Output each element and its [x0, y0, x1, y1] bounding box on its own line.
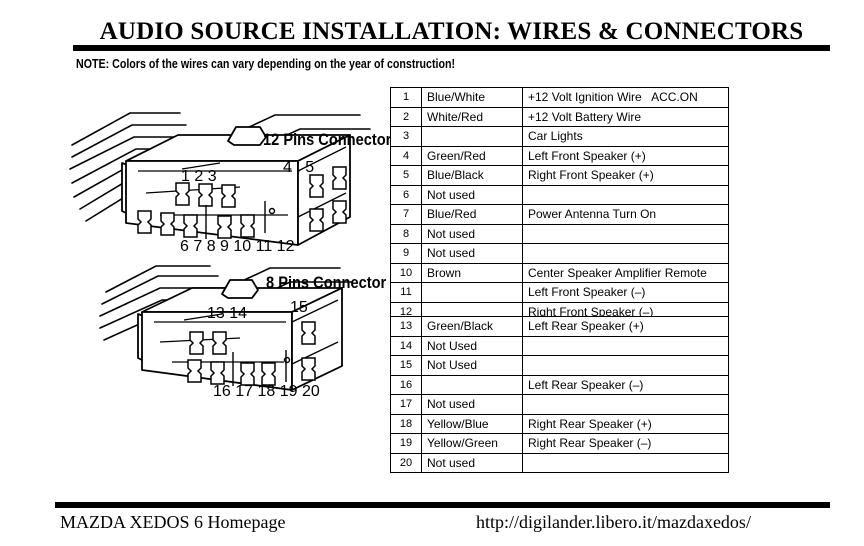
table-row: 3 Car Lights	[390, 126, 729, 147]
wire-function-cell: Power Antenna Turn On	[522, 204, 729, 225]
wire-color-cell: Not used	[421, 184, 523, 205]
pinout-table-8pin-body: 13 Green/Black Left Rear Speaker (+) 14 Not …	[390, 316, 729, 473]
connector-12pin-bottom-pin-numbers: 6 7 8 9 10 11 12	[180, 238, 295, 255]
wire-function-cell: Car Lights	[522, 126, 729, 147]
footer-divider	[55, 502, 830, 508]
wire-function-cell: Left Rear Speaker (–)	[522, 374, 729, 395]
pinout-table-12pin: 1 Blue/White +12 Volt Ignition Wire ACC.ON…	[390, 87, 729, 322]
connector-8pin-top-pin-numbers: 13 14	[207, 305, 248, 322]
table-row: 1 Blue/White +12 Volt Ignition Wire ACC.ON	[390, 87, 729, 108]
wire-color-cell: Blue/White	[421, 87, 523, 108]
pin-number-cell: 1	[390, 87, 422, 108]
table-row: 15 Not Used	[390, 355, 729, 376]
pin-number-cell: 13	[390, 316, 422, 337]
pin-number-cell: 16	[390, 374, 422, 395]
wire-function-cell	[522, 223, 729, 244]
note-text: NOTE: Colors of the wires can vary depen…	[76, 56, 456, 71]
wire-function-cell: +12 Volt Battery Wire	[522, 106, 729, 127]
connector-8pin-label: 8 Pins Connector	[266, 273, 387, 292]
wire-color-cell: Not Used	[421, 355, 523, 376]
pin-number-cell: 5	[390, 165, 422, 186]
wire-function-cell	[522, 335, 729, 356]
connector-12pin-top-pin-numbers: 1 2 3	[181, 168, 217, 185]
table-row: 4 Green/Red Left Front Speaker (+)	[390, 145, 729, 166]
pin-number-cell: 17	[390, 394, 422, 415]
pin-number-cell: 14	[390, 335, 422, 356]
table-row: 13 Green/Black Left Rear Speaker (+)	[390, 316, 729, 337]
pin-number-cell: 10	[390, 262, 422, 283]
table-row: 20 Not used	[390, 452, 729, 473]
pin-number-cell: 18	[390, 413, 422, 434]
wire-color-cell: Blue/Black	[421, 165, 523, 186]
wire-color-cell: Green/Red	[421, 145, 523, 166]
title-divider	[73, 45, 830, 51]
wire-color-cell: Yellow/Blue	[421, 413, 523, 434]
wire-function-cell: Left Front Speaker (–)	[522, 282, 729, 303]
wire-function-cell	[522, 355, 729, 376]
wire-color-cell: Green/Black	[421, 316, 523, 337]
pin-number-cell: 3	[390, 126, 422, 147]
table-row: 10 Brown Center Speaker Amplifier Remote	[390, 262, 729, 283]
table-row: 8 Not used	[390, 223, 729, 244]
pin-number-cell: 4	[390, 145, 422, 166]
connector-8pin-bottom-pin-numbers: 16 17 18 19 20	[213, 383, 320, 400]
table-row: 16 Left Rear Speaker (–)	[390, 374, 729, 395]
pin-number-cell: 11	[390, 282, 422, 303]
wire-color-cell	[421, 282, 523, 303]
pinout-table-12pin-body: 1 Blue/White +12 Volt Ignition Wire ACC.ON…	[390, 87, 729, 322]
wire-color-cell: Blue/Red	[421, 204, 523, 225]
wire-color-cell: Not used	[421, 223, 523, 244]
table-row: 6 Not used	[390, 184, 729, 205]
wire-color-cell: Not Used	[421, 335, 523, 356]
wire-function-cell: Right Rear Speaker (+)	[522, 413, 729, 434]
wire-function-cell: Right Front Speaker (+)	[522, 165, 729, 186]
pin-number-cell: 20	[390, 452, 422, 473]
table-row: 18 Yellow/Blue Right Rear Speaker (+)	[390, 413, 729, 434]
wire-function-cell: Right Rear Speaker (–)	[522, 433, 729, 454]
wire-function-cell: Left Rear Speaker (+)	[522, 316, 729, 337]
table-row: 19 Yellow/Green Right Rear Speaker (–)	[390, 433, 729, 454]
wire-color-cell	[421, 126, 523, 147]
footer-homepage-text: MAZDA XEDOS 6 Homepage	[60, 512, 286, 532]
wire-function-cell: Center Speaker Amplifier Remote	[522, 262, 729, 283]
table-row: 14 Not Used	[390, 335, 729, 356]
table-row: 7 Blue/Red Power Antenna Turn On	[390, 204, 729, 225]
wire-function-cell: Left Front Speaker (+)	[522, 145, 729, 166]
wire-color-cell: White/Red	[421, 106, 523, 127]
page-title: AUDIO SOURCE INSTALLATION: WIRES & CONNE…	[99, 18, 804, 45]
wire-function-cell	[522, 184, 729, 205]
pin-number-cell: 2	[390, 106, 422, 127]
pin-number-cell: 15	[390, 355, 422, 376]
wire-function-cell	[522, 452, 729, 473]
wire-color-cell: Yellow/Green	[421, 433, 523, 454]
wire-color-cell: Not used	[421, 394, 523, 415]
table-row: 5 Blue/Black Right Front Speaker (+)	[390, 165, 729, 186]
wire-function-cell	[522, 243, 729, 264]
footer-url[interactable]: http://digilander.libero.it/mazdaxedos/	[476, 512, 751, 533]
pin-number-cell: 8	[390, 223, 422, 244]
wire-function-cell	[522, 394, 729, 415]
table-row: 17 Not used	[390, 394, 729, 415]
connector-8pin-top-right-pin-numbers: 15	[290, 299, 308, 316]
connector-12pin-label: 12 Pins Connector	[263, 130, 392, 149]
pin-number-cell: 7	[390, 204, 422, 225]
pin-number-cell: 9	[390, 243, 422, 264]
pin-number-cell: 6	[390, 184, 422, 205]
pin-number-cell: 19	[390, 433, 422, 454]
pinout-table-8pin: 13 Green/Black Left Rear Speaker (+) 14 Not …	[390, 316, 729, 473]
connector-12pin-top-right-pin-numbers: 4 . 5	[283, 159, 315, 176]
table-row: 9 Not used	[390, 243, 729, 264]
wire-color-cell: Brown	[421, 262, 523, 283]
wire-color-cell: Not used	[421, 243, 523, 264]
table-row: 11 Left Front Speaker (–)	[390, 282, 729, 303]
wire-color-cell: Not used	[421, 452, 523, 473]
wire-function-cell: +12 Volt Ignition Wire ACC.ON	[522, 87, 729, 108]
wire-color-cell	[421, 374, 523, 395]
table-row: 2 White/Red +12 Volt Battery Wire	[390, 106, 729, 127]
